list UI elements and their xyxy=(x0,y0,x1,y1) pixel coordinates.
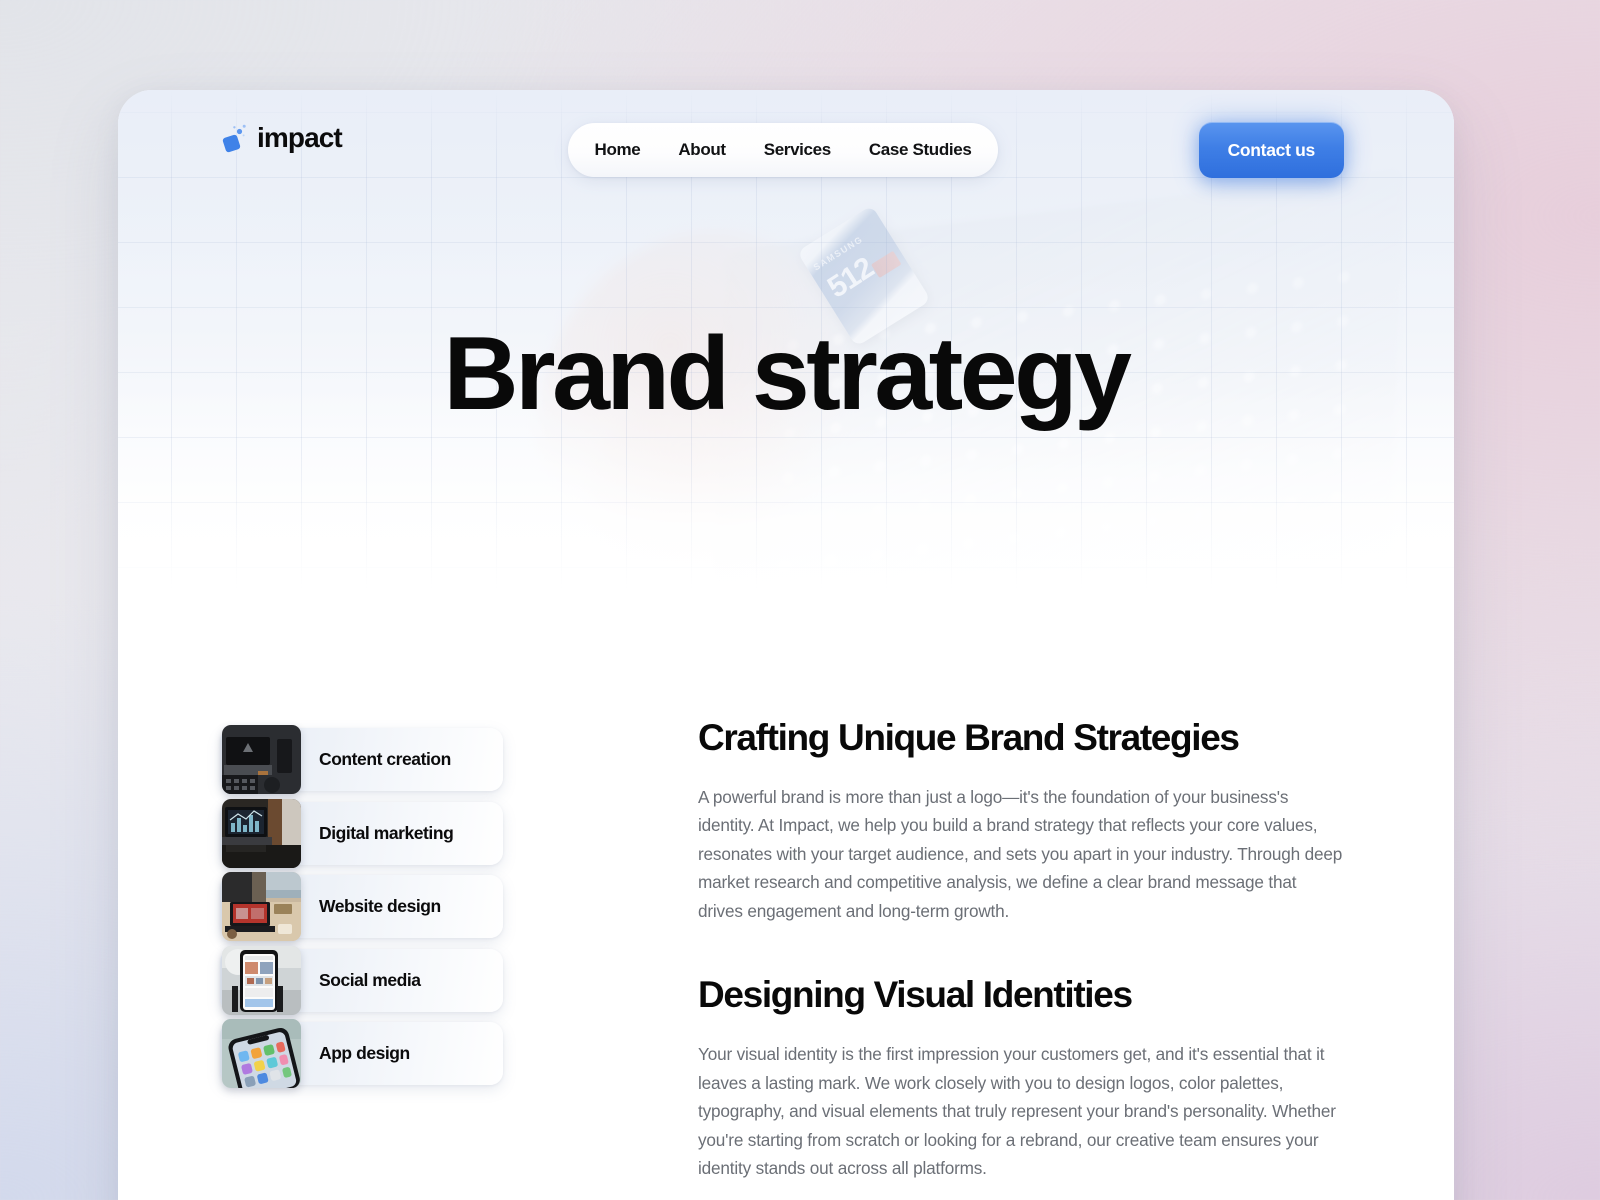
service-item-website-design[interactable]: Website design xyxy=(220,872,503,941)
section-heading: Crafting Unique Brand Strategies xyxy=(698,717,1240,758)
service-label: Digital marketing xyxy=(319,822,454,843)
services-list: Content creation Digital marketing Websi… xyxy=(220,610,503,1200)
section-heading: Designing Visual Identities xyxy=(698,974,1133,1016)
service-label: Website design xyxy=(319,896,441,916)
page-title: Brand strategy xyxy=(443,316,1133,432)
nav-item-home[interactable]: Home xyxy=(595,140,641,160)
service-label: App design xyxy=(319,1043,410,1063)
brand-logo[interactable]: impact xyxy=(222,122,343,154)
service-item-social-media[interactable]: Social media xyxy=(220,945,503,1015)
app-design-thumbnail-icon xyxy=(222,1019,301,1088)
site-header: impact Home About Services Case Studies … xyxy=(118,90,1454,240)
service-item-digital-marketing[interactable]: Digital marketing xyxy=(220,798,503,868)
article-section-designing: Designing Visual Identities Your visual … xyxy=(698,975,1344,1182)
nav-item-services[interactable]: Services xyxy=(764,140,832,160)
digital-marketing-thumbnail-icon xyxy=(222,798,301,868)
social-media-thumbnail-icon xyxy=(222,945,301,1015)
main-nav: Home About Services Case Studies xyxy=(568,123,998,177)
nav-item-case-studies[interactable]: Case Studies xyxy=(869,140,972,160)
diamond-sparkle-icon xyxy=(222,123,248,153)
main-content: Content creation Digital marketing Websi… xyxy=(118,610,1454,1200)
brand-name: impact xyxy=(257,122,343,153)
section-paragraph: Your visual identity is the first impres… xyxy=(698,1044,1336,1179)
contact-us-button[interactable]: Contact us xyxy=(1198,122,1344,178)
service-item-content-creation[interactable]: Content creation xyxy=(220,725,503,794)
service-label: Social media xyxy=(319,969,421,990)
website-design-thumbnail-icon xyxy=(222,872,301,941)
article-body: Crafting Unique Brand Strategies A power… xyxy=(503,610,1354,1200)
service-item-app-design[interactable]: App design xyxy=(220,1019,503,1088)
service-label: Content creation xyxy=(319,749,451,769)
article-section-crafting: Crafting Unique Brand Strategies A power… xyxy=(698,717,1344,925)
section-paragraph: A powerful brand is more than just a log… xyxy=(698,786,1343,921)
nav-item-about[interactable]: About xyxy=(678,140,726,160)
page-card: SAMSUNG Brand strategy impact Home About xyxy=(118,90,1454,1200)
content-creation-thumbnail-icon xyxy=(222,725,301,794)
